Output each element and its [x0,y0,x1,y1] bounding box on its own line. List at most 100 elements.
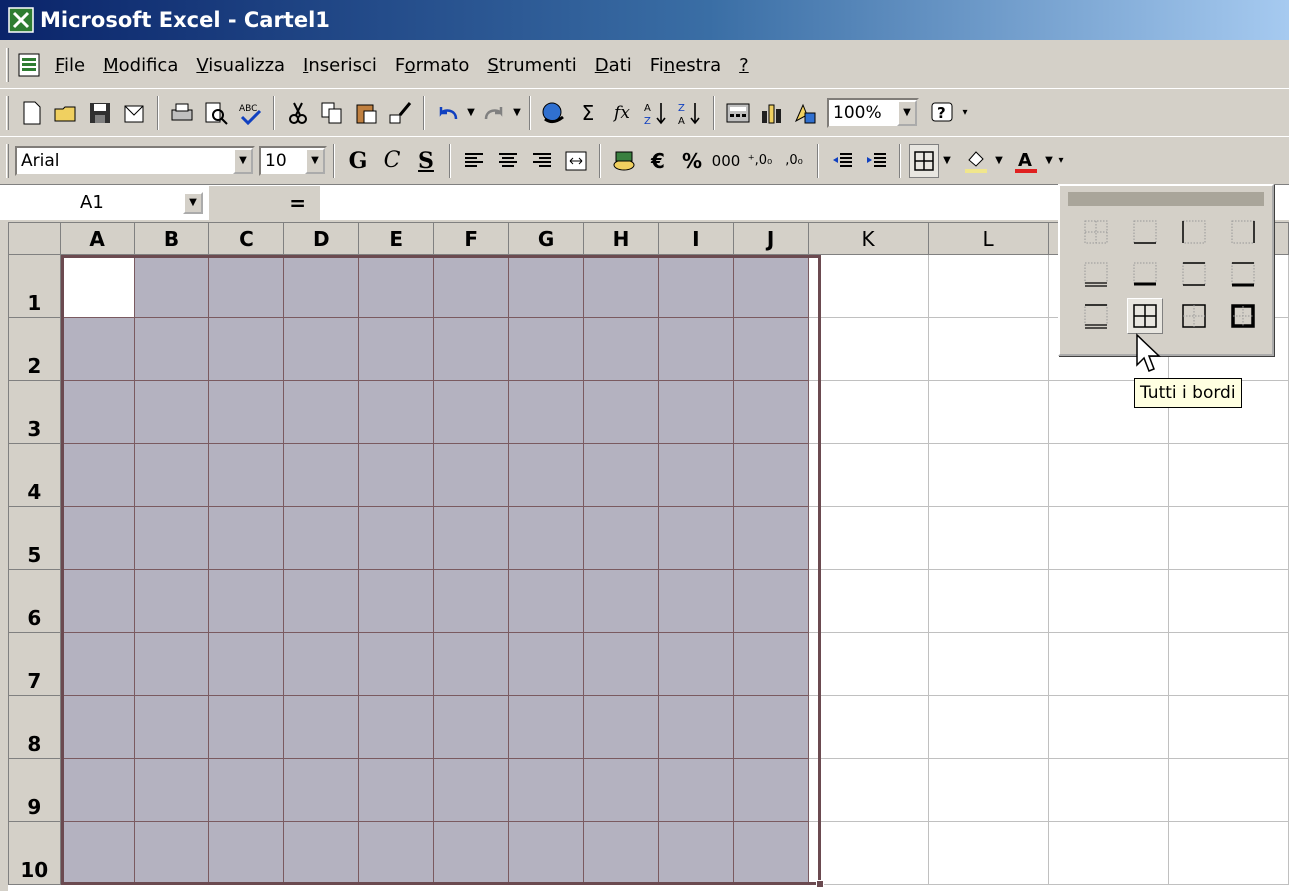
cell-k7[interactable] [807,632,929,696]
help-icon[interactable]: ? [927,96,957,130]
cell-l5[interactable] [927,506,1049,570]
cell-d10[interactable] [283,821,360,885]
format-painter-icon[interactable] [385,96,415,130]
cell-l4[interactable] [927,443,1049,507]
open-folder-icon[interactable] [51,96,81,130]
cell-g8[interactable] [508,695,585,759]
cell-n8[interactable] [1167,695,1289,759]
menu-file[interactable]: File [55,55,85,76]
cell-i8[interactable] [657,695,734,759]
top-bottom-border-icon[interactable] [1176,256,1212,292]
cell-e8[interactable] [358,695,435,759]
autosum-icon[interactable]: Σ [573,96,603,130]
cell-c6[interactable] [208,569,285,633]
save-icon[interactable] [85,96,115,130]
cell-m5[interactable] [1047,506,1169,570]
cell-m10[interactable] [1047,821,1169,885]
cell-l2[interactable] [927,317,1049,381]
cell-h7[interactable] [583,632,659,696]
cell-k9[interactable] [807,758,929,822]
cell-d4[interactable] [283,443,360,507]
cell-l8[interactable] [927,695,1049,759]
name-box-dropdown-icon[interactable]: ▼ [183,191,203,214]
insert-hyperlink-icon[interactable] [539,96,569,130]
euro-style-button[interactable]: € [643,144,673,178]
cell-e4[interactable] [358,443,435,507]
cell-b9[interactable] [133,758,210,822]
column-header-b[interactable]: B [133,222,210,255]
cell-b6[interactable] [133,569,210,633]
cell-f7[interactable] [433,632,510,696]
cell-j5[interactable] [732,506,809,570]
cell-g5[interactable] [508,506,585,570]
currency-style-icon[interactable] [609,144,639,178]
cell-b4[interactable] [133,443,210,507]
font-name-dropdown-icon[interactable]: ▼ [233,147,253,174]
thousands-separator-button[interactable]: 000 [711,144,741,178]
cell-i2[interactable] [657,317,734,381]
top-thick-bottom-border-icon[interactable] [1225,256,1261,292]
cell-h1[interactable] [583,254,659,318]
toolbar-options-icon[interactable]: ▾ [959,107,971,118]
row-header-8[interactable]: 8 [8,695,61,759]
cell-k1[interactable] [807,254,929,318]
edit-formula-button[interactable]: = [210,185,320,220]
row-header-4[interactable]: 4 [8,443,61,507]
cell-a4[interactable] [59,443,135,507]
cell-l9[interactable] [927,758,1049,822]
menu-formato[interactable]: Formato [395,55,469,76]
column-header-i[interactable]: I [657,222,734,255]
cell-j9[interactable] [732,758,809,822]
cell-i7[interactable] [657,632,734,696]
paste-function-icon[interactable]: fx [607,96,637,130]
cell-m7[interactable] [1047,632,1169,696]
no-border-icon[interactable] [1078,214,1114,250]
font-color-dropdown-icon[interactable]: ▼ [1043,155,1055,166]
cell-n6[interactable] [1167,569,1289,633]
cell-b5[interactable] [133,506,210,570]
cell-j1[interactable] [732,254,809,318]
outside-borders-icon[interactable] [1176,298,1212,334]
fill-color-icon[interactable] [961,144,991,178]
cell-b2[interactable] [133,317,210,381]
cell-n9[interactable] [1167,758,1289,822]
row-header-10[interactable]: 10 [8,821,61,885]
align-right-icon[interactable] [527,144,557,178]
row-header-3[interactable]: 3 [8,380,61,444]
copy-icon[interactable] [317,96,347,130]
chart-wizard-icon[interactable] [757,96,787,130]
print-preview-icon[interactable] [201,96,231,130]
column-header-e[interactable]: E [358,222,435,255]
cell-f9[interactable] [433,758,510,822]
menu-inserisci[interactable]: Inserisci [303,55,377,76]
row-header-9[interactable]: 9 [8,758,61,822]
bottom-double-border-icon[interactable] [1078,256,1114,292]
top-double-bottom-border-icon[interactable] [1078,298,1114,334]
cell-a8[interactable] [59,695,135,759]
align-center-icon[interactable] [493,144,523,178]
cell-n10[interactable] [1167,821,1289,885]
cell-k10[interactable] [807,821,929,885]
cell-e9[interactable] [358,758,435,822]
thick-box-border-icon[interactable] [1225,298,1261,334]
cell-f3[interactable] [433,380,510,444]
undo-dropdown-icon[interactable]: ▼ [465,107,477,118]
cell-n5[interactable] [1167,506,1289,570]
cell-c5[interactable] [208,506,285,570]
cell-h6[interactable] [583,569,659,633]
sort-ascending-icon[interactable]: AZ [641,96,671,130]
cell-e6[interactable] [358,569,435,633]
new-file-icon[interactable] [17,96,47,130]
left-border-icon[interactable] [1176,214,1212,250]
cell-c3[interactable] [208,380,285,444]
column-header-a[interactable]: A [59,222,135,255]
paste-icon[interactable] [351,96,381,130]
cell-k2[interactable] [807,317,929,381]
spelling-check-icon[interactable]: ABC [235,96,265,130]
cell-a7[interactable] [59,632,135,696]
increase-indent-icon[interactable] [861,144,891,178]
cell-m8[interactable] [1047,695,1169,759]
cell-n7[interactable] [1167,632,1289,696]
font-size-dropdown-icon[interactable]: ▼ [305,147,325,174]
cell-l1[interactable] [927,254,1049,318]
